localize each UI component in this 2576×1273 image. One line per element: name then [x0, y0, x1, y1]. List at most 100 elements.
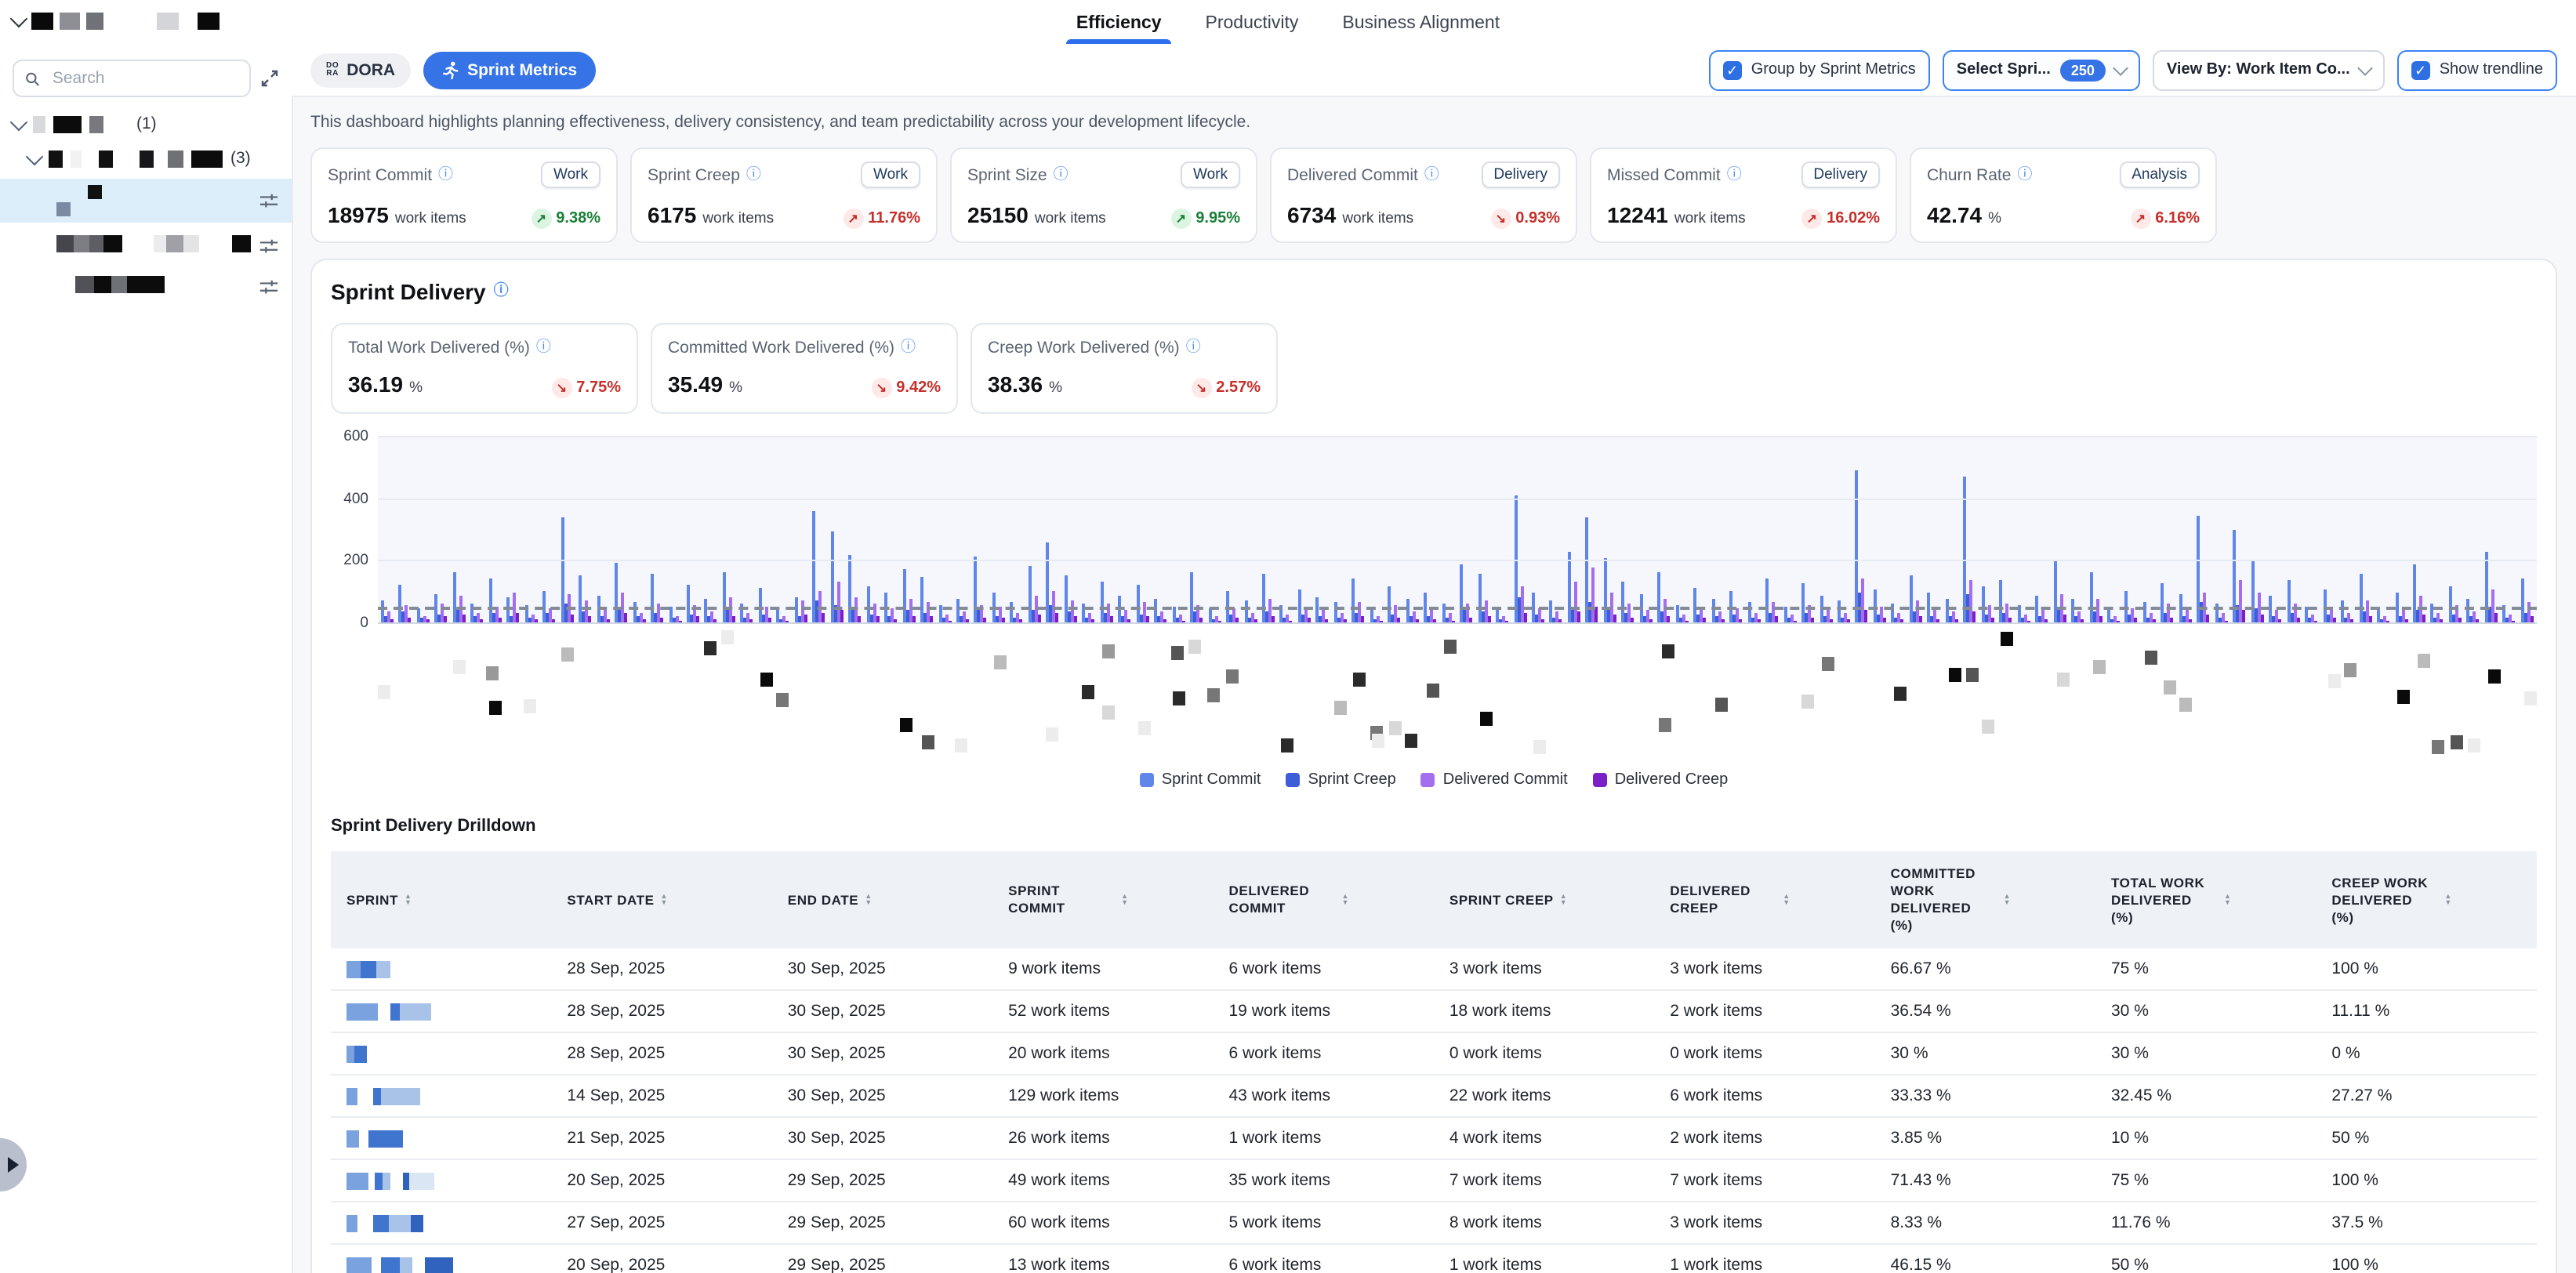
sort-icon[interactable]: ▲▼: [1121, 894, 1128, 906]
search-input[interactable]: [49, 67, 238, 89]
redacted-axis-label: [2056, 673, 2069, 687]
table-row: 28 Sep, 202530 Sep, 202552 work items19 …: [331, 990, 2537, 1032]
metric-unit: %: [729, 379, 742, 397]
table-cell: 28 Sep, 2025: [551, 948, 771, 990]
tab-business-alignment[interactable]: Business Alignment: [1339, 2, 1503, 42]
show-trendline-toggle[interactable]: ✓ Show trendline: [2397, 49, 2557, 90]
table-row: 27 Sep, 202529 Sep, 202560 work items5 w…: [331, 1202, 2537, 1244]
metric-value: 18975: [328, 202, 389, 227]
legend-label: Delivered Commit: [1443, 771, 1568, 789]
bar-group: [2359, 575, 2371, 622]
sprint-delivery-title: Sprint Delivery: [331, 279, 486, 304]
info-icon[interactable]: ⓘ: [2017, 167, 2032, 183]
checkbox-checked-icon[interactable]: ✓: [1723, 60, 1742, 79]
sort-icon[interactable]: ▲▼: [2004, 894, 2011, 906]
select-sprints-dropdown[interactable]: Select Spri... 250: [1943, 49, 2140, 90]
group-by-toggle[interactable]: ✓ Group by Sprint Metrics: [1709, 49, 1930, 90]
column-header[interactable]: Start Date▲▼: [551, 851, 771, 948]
column-header[interactable]: Committed Work Delivered (%)▲▼: [1875, 851, 2095, 948]
filter-sliders-icon[interactable]: [259, 236, 279, 256]
column-header[interactable]: Creep Work Delivered (%)▲▼: [2316, 851, 2537, 948]
show-trendline-label: Show trendline: [2440, 61, 2543, 78]
sort-icon[interactable]: ▲▼: [2224, 894, 2231, 906]
column-label: End Date: [788, 891, 858, 909]
sort-icon[interactable]: ▲▼: [1783, 894, 1790, 906]
info-icon[interactable]: ⓘ: [1186, 340, 1201, 356]
legend-item[interactable]: Delivered Commit: [1421, 771, 1568, 789]
redacted-axis-label: [704, 640, 717, 655]
runner-icon: [442, 60, 459, 79]
filter-sliders-icon[interactable]: [259, 190, 279, 211]
tab-efficiency[interactable]: Efficiency: [1073, 2, 1165, 42]
info-icon[interactable]: ⓘ: [901, 340, 916, 356]
tree-root[interactable]: (1): [0, 107, 292, 141]
bar-group: [2413, 565, 2425, 622]
expand-icon[interactable]: [260, 69, 279, 88]
sprint-metrics-button[interactable]: Sprint Metrics: [423, 51, 596, 89]
bar-group: [2449, 586, 2462, 622]
info-icon[interactable]: ⓘ: [494, 284, 509, 299]
sort-icon[interactable]: ▲▼: [1560, 894, 1567, 906]
column-header[interactable]: Sprint▲▼: [331, 851, 551, 948]
trend-arrow-icon: ↗: [2130, 209, 2150, 229]
legend-item[interactable]: Delivered Creep: [1593, 771, 1729, 789]
column-header[interactable]: Delivered Creep▲▼: [1654, 851, 1874, 948]
trend-arrow-icon: ↘: [871, 378, 891, 398]
column-header[interactable]: Total Work Delivered (%)▲▼: [2095, 851, 2316, 948]
dora-button[interactable]: DORA DORA: [310, 53, 411, 87]
y-axis-tick: 600: [331, 428, 368, 445]
bar-group: [1478, 573, 1490, 622]
column-header[interactable]: End Date ▲▼: [772, 851, 992, 948]
sort-icon[interactable]: ▲▼: [865, 894, 872, 906]
legend-item[interactable]: Sprint Creep: [1286, 771, 1395, 789]
table-cell: 37.5 %: [2316, 1202, 2537, 1244]
tab-productivity[interactable]: Productivity: [1203, 2, 1302, 42]
metric-category-badge: Delivery: [1481, 161, 1560, 188]
bar-group: [1747, 602, 1760, 622]
tree-child-group[interactable]: (3): [16, 141, 292, 176]
redacted-axis-label: [1227, 670, 1239, 684]
table-cell: 28 Sep, 2025: [551, 990, 771, 1032]
metric-value: 35.49: [668, 372, 723, 397]
redacted-axis-label: [2469, 738, 2481, 753]
sort-icon[interactable]: ▲▼: [2444, 894, 2451, 906]
column-header[interactable]: Sprint Commit▲▼: [992, 851, 1213, 948]
info-icon[interactable]: ⓘ: [1054, 167, 1068, 183]
info-icon[interactable]: ⓘ: [536, 340, 551, 356]
bar-group: [1838, 600, 1850, 622]
sort-icon[interactable]: ▲▼: [661, 894, 668, 906]
tree-item[interactable]: [0, 267, 292, 307]
table-cell: 8.33 %: [1875, 1202, 2095, 1244]
column-header[interactable]: Delivered Commit▲▼: [1214, 851, 1434, 948]
legend-swatch: [1421, 773, 1435, 787]
filter-sliders-icon[interactable]: [259, 277, 279, 297]
info-icon[interactable]: ⓘ: [746, 167, 761, 183]
redacted-axis-label: [561, 647, 574, 661]
y-axis-tick: 200: [331, 553, 368, 570]
checkbox-checked-icon[interactable]: ✓: [2411, 60, 2430, 79]
tree-item-selected[interactable]: [0, 179, 292, 223]
sort-icon[interactable]: ▲▼: [405, 894, 412, 906]
redacted-axis-label: [1102, 705, 1115, 720]
search-box[interactable]: [13, 60, 251, 97]
sprint-name-redacted-cell: [331, 1202, 551, 1244]
legend-item[interactable]: Sprint Commit: [1140, 771, 1261, 789]
group-by-label: Group by Sprint Metrics: [1751, 61, 1916, 78]
table-cell: 75 %: [2095, 948, 2316, 990]
metric-card: Delivered Commit ⓘ Delivery 6734 work it…: [1270, 147, 1577, 243]
metric-title: Sprint Size: [967, 165, 1047, 184]
column-label: Sprint Creep: [1449, 891, 1554, 909]
info-icon[interactable]: ⓘ: [438, 167, 453, 183]
tree-item[interactable]: [0, 226, 292, 267]
redacted-axis-label: [1716, 697, 1729, 711]
sort-icon[interactable]: ▲▼: [1342, 894, 1349, 906]
column-header[interactable]: Sprint Creep ▲▼: [1434, 851, 1654, 948]
dora-logo-icon: DORA: [326, 63, 339, 77]
table-cell: 13 work items: [992, 1244, 1213, 1273]
metric-delta: ↘0.93%: [1490, 209, 1560, 229]
bar-group: [1136, 585, 1148, 622]
info-icon[interactable]: ⓘ: [1727, 167, 1742, 183]
view-by-dropdown[interactable]: View By: Work Item Co...: [2153, 49, 2385, 90]
info-icon[interactable]: ⓘ: [1424, 167, 1439, 183]
table-cell: 2 work items: [1654, 1117, 1874, 1159]
